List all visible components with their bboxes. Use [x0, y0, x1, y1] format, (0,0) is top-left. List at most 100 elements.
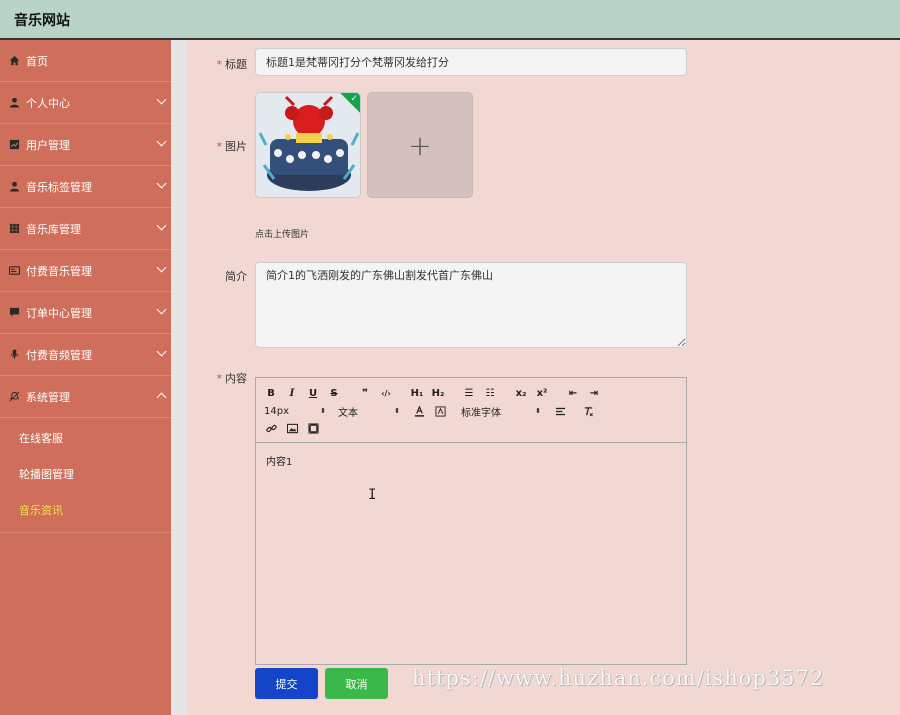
ordered-list-button[interactable]: ☰: [462, 386, 476, 400]
chevron-down-icon: [156, 94, 167, 105]
subscript-button[interactable]: x₂: [514, 386, 528, 400]
comment-icon: [8, 307, 20, 319]
bold-button[interactable]: B: [264, 386, 278, 400]
sidebar-item-music-tag-management[interactable]: 音乐标签管理: [0, 166, 171, 208]
user-icon: [8, 97, 20, 109]
superscript-button[interactable]: x²: [535, 386, 549, 400]
cancel-button[interactable]: 取消: [325, 668, 388, 699]
image-upload-button[interactable]: +: [367, 92, 473, 198]
toolbar-row-3: [264, 420, 327, 436]
chevron-up-icon: [156, 392, 167, 403]
watermark-text: https://www.huzhan.com/ishop3572: [412, 666, 825, 690]
code-block-button[interactable]: ‹/›: [379, 386, 393, 400]
blockquote-button[interactable]: ❞: [358, 386, 372, 400]
plus-icon: +: [408, 128, 432, 162]
toolbar-row-2: 14px ⬍ 文本 ⬍ 标准字体 ⬍: [264, 403, 602, 419]
top-header: 音乐网站: [0, 0, 900, 40]
sidebar-item-system-management[interactable]: 系统管理: [0, 376, 171, 418]
chart-icon: [8, 139, 20, 151]
rich-text-editor: B I U S ❞ ‹/› H₁ H₂ ☰ ☷ x₂ x² ⇤ ⇥ 14px ⬍…: [255, 377, 687, 665]
home-icon: [8, 55, 20, 67]
updown-icon: ⬍: [320, 407, 326, 415]
chevron-down-icon: [156, 346, 167, 357]
bullet-list-button[interactable]: ☷: [483, 386, 497, 400]
title-label: * 标题: [216, 58, 248, 71]
align-icon[interactable]: [553, 404, 567, 418]
toolbar-row-1: B I U S ❞ ‹/› H₁ H₂ ☰ ☷ x₂ x² ⇤ ⇥: [264, 385, 608, 401]
sidebar-item-label: 首页: [26, 54, 48, 68]
header1-button[interactable]: H₁: [410, 386, 424, 400]
italic-button[interactable]: I: [285, 386, 299, 400]
strike-button[interactable]: S: [327, 386, 341, 400]
chevron-down-icon: [156, 262, 167, 273]
font-color-icon[interactable]: [412, 404, 426, 418]
sidebar-item-music-library-management[interactable]: 音乐库管理: [0, 208, 171, 250]
outdent-button[interactable]: ⇤: [566, 386, 580, 400]
sidebar-item-label: 音乐标签管理: [26, 180, 92, 194]
image-label: * 图片: [216, 140, 248, 153]
image-label-text: 图片: [225, 140, 247, 153]
card-icon: [8, 265, 20, 277]
grid-icon: [8, 223, 20, 235]
sidebar-subitem-music-news[interactable]: 音乐资讯: [0, 492, 171, 528]
sidebar-item-home[interactable]: 首页: [0, 40, 171, 82]
sidebar-subitem-carousel-management[interactable]: 轮播图管理: [0, 456, 171, 492]
sidebar: 首页 个人中心 用户管理 音乐标签管理 音乐库管理 付费音乐管理 订单中心管理 …: [0, 40, 171, 715]
header2-button[interactable]: H₂: [431, 386, 445, 400]
font-size-select[interactable]: 14px ⬍: [264, 406, 326, 417]
desc-label-text: 简介: [225, 270, 247, 283]
system-submenu: 在线客服 轮播图管理 音乐资讯: [0, 418, 171, 533]
mic-icon: [8, 349, 20, 361]
main-content: *标题 *图片 ✓ + 点击上传图片 简介 简介1的飞洒刚发的广东佛山割发代首广…: [187, 40, 900, 715]
uploaded-image-thumbnail[interactable]: ✓: [255, 92, 361, 198]
editor-content-area[interactable]: 内容1 I: [256, 443, 686, 665]
underline-button[interactable]: U: [306, 386, 320, 400]
chevron-down-icon: [156, 304, 167, 315]
sidebar-item-paid-music-management[interactable]: 付费音乐管理: [0, 250, 171, 292]
scroll-gutter: [171, 40, 187, 715]
submit-button[interactable]: 提交: [255, 668, 318, 699]
phoenix-crown-image: [256, 93, 360, 197]
block-type-value: 文本: [338, 407, 358, 419]
title-input[interactable]: [255, 48, 687, 76]
upload-hint-text: 点击上传图片: [255, 230, 310, 240]
editor-toolbar: B I U S ❞ ‹/› H₁ H₂ ☰ ☷ x₂ x² ⇤ ⇥ 14px ⬍…: [256, 378, 686, 443]
title-label-text: 标题: [225, 58, 247, 71]
sidebar-item-user-management[interactable]: 用户管理: [0, 124, 171, 166]
sidebar-item-label: 订单中心管理: [26, 306, 92, 320]
chevron-down-icon: [156, 136, 167, 147]
sidebar-item-label: 用户管理: [26, 138, 70, 152]
sidebar-item-label: 个人中心: [26, 96, 70, 110]
sidebar-item-paid-audio-management[interactable]: 付费音频管理: [0, 334, 171, 376]
sidebar-item-label: 音乐库管理: [26, 222, 81, 236]
video-icon[interactable]: [306, 421, 320, 435]
font-family-value: 标准字体: [461, 407, 501, 419]
content-label-text: 内容: [225, 372, 247, 385]
sidebar-item-label: 付费音频管理: [26, 348, 92, 362]
indent-button[interactable]: ⇥: [587, 386, 601, 400]
sidebar-item-personal-center[interactable]: 个人中心: [0, 82, 171, 124]
desc-label: 简介: [187, 268, 247, 284]
chevron-down-icon: [156, 178, 167, 189]
text-cursor-icon: I: [368, 487, 377, 503]
clear-format-icon[interactable]: [581, 404, 595, 418]
block-type-select[interactable]: 文本 ⬍: [338, 404, 400, 419]
updown-icon: ⬍: [535, 407, 541, 415]
description-textarea[interactable]: 简介1的飞洒刚发的广东佛山割发代首广东佛山: [255, 262, 687, 348]
link-icon[interactable]: [264, 421, 278, 435]
bell-off-icon: [8, 391, 20, 403]
user-icon: [8, 181, 20, 193]
sidebar-item-label: 系统管理: [26, 390, 70, 404]
chevron-down-icon: [156, 220, 167, 231]
font-family-select[interactable]: 标准字体 ⬍: [461, 404, 541, 419]
editor-content-text: 内容1: [266, 457, 293, 468]
image-icon[interactable]: [285, 421, 299, 435]
app-title: 音乐网站: [14, 13, 70, 29]
content-label: * 内容: [216, 372, 248, 385]
updown-icon: ⬍: [394, 407, 400, 415]
sidebar-subitem-online-service[interactable]: 在线客服: [0, 420, 171, 456]
font-size-value: 14px: [264, 405, 289, 417]
background-color-icon[interactable]: [433, 404, 447, 418]
sidebar-item-order-center-management[interactable]: 订单中心管理: [0, 292, 171, 334]
sidebar-item-label: 付费音乐管理: [26, 264, 92, 278]
